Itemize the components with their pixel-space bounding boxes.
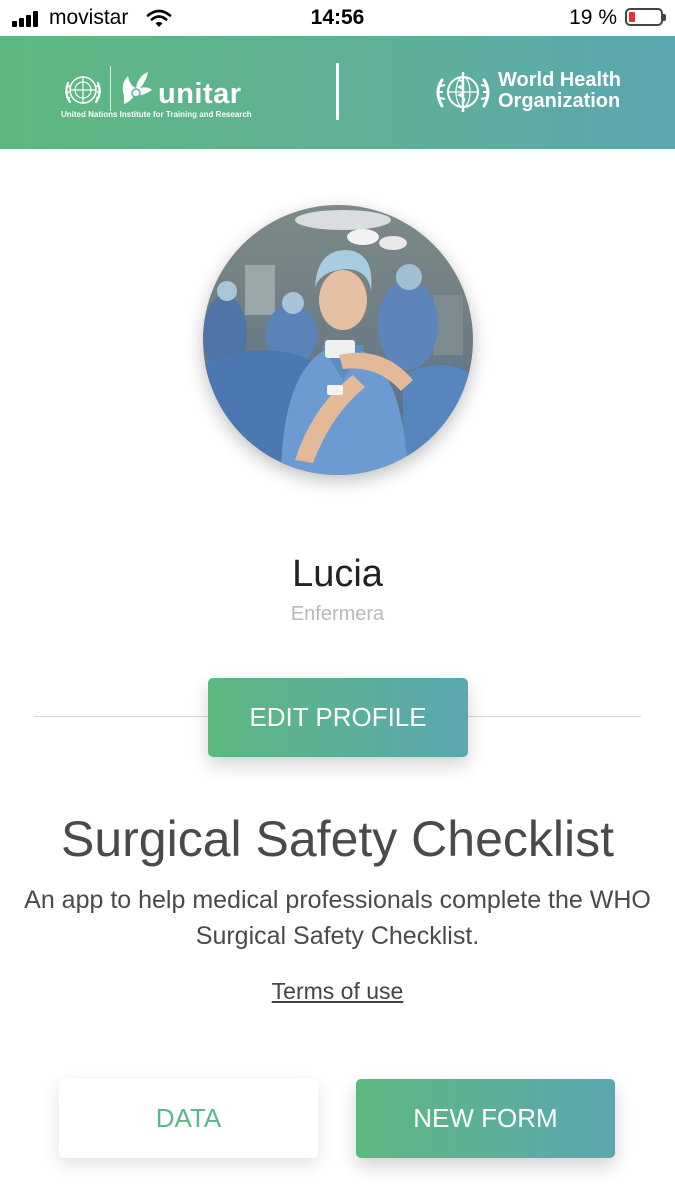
battery-percent: 19 % [569, 6, 617, 29]
unitar-logo-text: unitar [158, 78, 242, 110]
avatar [203, 205, 473, 475]
who-emblem-icon [436, 72, 490, 112]
battery-icon [625, 8, 666, 26]
terms-of-use-link[interactable]: Terms of use [0, 978, 675, 1005]
logo-separator [110, 66, 111, 111]
status-bar: movistar 14:56 19 % [0, 0, 675, 36]
user-role: Enfermera [290, 603, 385, 625]
unitar-bird-icon [122, 72, 152, 104]
profile-photo [203, 205, 473, 475]
un-emblem-icon [65, 76, 101, 104]
app-title: Surgical Safety Checklist [60, 811, 614, 867]
app-header: unitar United Nations Institute for Trai… [0, 36, 675, 149]
who-logo-text: World Health Organization [498, 70, 621, 112]
data-button[interactable]: DATA [59, 1079, 318, 1158]
unitar-subtitle: United Nations Institute for Training an… [61, 110, 252, 119]
user-name: Lucia [292, 553, 383, 595]
edit-profile-button[interactable]: EDIT PROFILE [208, 678, 468, 757]
battery-level-fill [629, 12, 635, 22]
app-description: An app to help medical professionals com… [24, 886, 651, 950]
who-name-line2: Organization [498, 90, 621, 112]
who-name-line1: World Health [498, 69, 621, 91]
header-divider [336, 63, 339, 120]
new-form-button[interactable]: NEW FORM [356, 1079, 615, 1158]
